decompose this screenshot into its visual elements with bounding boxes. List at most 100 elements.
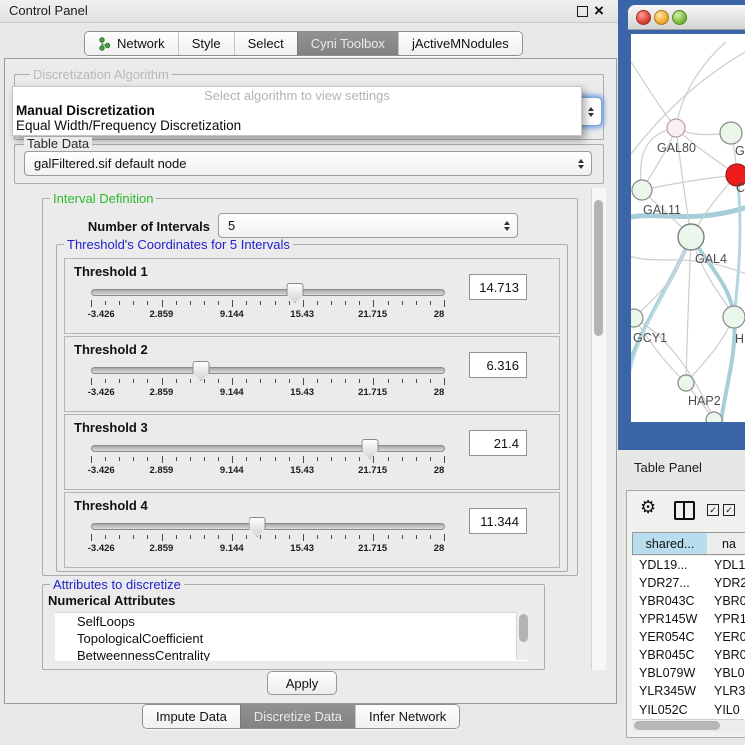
combo-arrows-icon <box>588 107 594 117</box>
table-row[interactable]: YER054CYER0 <box>632 628 745 646</box>
gear-icon[interactable]: ⚙ <box>640 497 656 518</box>
checkbox-icon[interactable]: ✓ <box>723 504 735 516</box>
table-row[interactable]: YPR145WYPR1 <box>632 610 745 628</box>
table-data-legend: Table Data <box>24 137 92 150</box>
threshold-value-field[interactable] <box>469 352 527 378</box>
minimize-traffic-light-icon[interactable] <box>654 10 669 25</box>
scale-label: 21.715 <box>358 387 387 398</box>
scrollbar-thumb[interactable] <box>594 200 603 336</box>
table-data-combobox[interactable]: galFiltered.sif default node <box>24 151 592 176</box>
dropdown-option-manual-discretization[interactable]: Manual Discretization <box>16 103 155 118</box>
tab-label: Cyni Toolbox <box>311 36 385 51</box>
scale-label: -3.426 <box>88 543 115 554</box>
table-row[interactable]: YLR345WYLR3 <box>632 682 745 700</box>
cell: YDR27... <box>632 576 707 590</box>
network-node[interactable] <box>723 306 745 328</box>
table-row[interactable]: YIL052CYIL0 <box>632 700 745 719</box>
cell: YPR145W <box>632 612 707 626</box>
checkbox-icon[interactable]: ✓ <box>707 504 719 516</box>
threshold-2-panel: Threshold 2 -3.426 2.859 9.144 15.43 21.… <box>64 336 560 412</box>
column-header-name[interactable]: na <box>707 532 745 555</box>
column-header-label: na <box>722 537 736 551</box>
network-tab-icon <box>98 37 111 51</box>
columns-icon[interactable] <box>674 501 695 520</box>
network-node[interactable] <box>667 119 685 137</box>
node-label: H <box>735 332 744 346</box>
network-node[interactable] <box>706 412 722 422</box>
list-item[interactable]: TopologicalCoefficient <box>55 630 529 647</box>
threshold-slider-track[interactable] <box>91 367 445 374</box>
close-icon[interactable]: × <box>594 0 604 22</box>
network-node[interactable] <box>678 375 694 391</box>
threshold-slider-track[interactable] <box>91 523 445 530</box>
network-window-titlebar[interactable] <box>628 5 745 30</box>
table-row[interactable]: YBL079WYBL0 <box>632 664 745 682</box>
float-window-icon[interactable] <box>577 6 588 17</box>
threshold-1-panel: Threshold 1 -3.426 2.859 9.144 15.43 21.… <box>64 258 560 334</box>
numerical-attributes-label: Numerical Attributes <box>48 593 175 608</box>
list-item[interactable]: BetweennessCentrality <box>55 647 529 661</box>
number-of-intervals-combobox[interactable]: 5 <box>218 213 518 238</box>
cell: YDR2 <box>707 576 745 590</box>
table-horizontal-scrollbar[interactable] <box>632 719 744 732</box>
table-row[interactable]: YBR045CYBR0 <box>632 646 745 664</box>
cell: YPR1 <box>707 612 745 626</box>
column-header-label: shared... <box>646 537 695 551</box>
number-of-intervals-value: 5 <box>228 218 235 233</box>
scale-label: -3.426 <box>88 387 115 398</box>
network-node[interactable] <box>631 309 643 327</box>
table-row[interactable]: YDR27...YDR2 <box>632 574 745 592</box>
threshold-value-field[interactable] <box>469 430 527 456</box>
dropdown-option-equal-width-frequency[interactable]: Equal Width/Frequency Discretization <box>16 118 241 133</box>
slider-scale: -3.426 2.859 9.144 15.43 21.715 28 <box>91 543 443 555</box>
tab-discretize-data[interactable]: Discretize Data <box>240 705 355 728</box>
cell: YDL1 <box>707 558 745 572</box>
network-canvas[interactable]: GAL80 G C GAL11 GAL4 GCY1 H HAP2 <box>631 34 745 422</box>
tab-jactivemnodules[interactable]: jActiveMNodules <box>398 32 522 55</box>
control-panel-tabs: Network Style Select Cyni Toolbox jActiv… <box>84 31 523 56</box>
slider-scale: -3.426 2.859 9.144 15.43 21.715 28 <box>91 309 443 321</box>
threshold-slider-track[interactable] <box>91 289 445 296</box>
apply-button[interactable]: Apply <box>267 671 337 695</box>
list-vertical-scrollbar[interactable] <box>516 612 530 660</box>
network-node[interactable] <box>720 122 742 144</box>
zoom-traffic-light-icon[interactable] <box>672 10 687 25</box>
tab-select[interactable]: Select <box>234 32 297 55</box>
threshold-label: Threshold 2 <box>74 342 148 357</box>
node-label: GAL11 <box>643 203 681 217</box>
numerical-attributes-list[interactable]: SelfLoops TopologicalCoefficient Between… <box>55 612 529 661</box>
threshold-value-field[interactable] <box>469 274 527 300</box>
scale-label: -3.426 <box>88 465 115 476</box>
scale-label: 21.715 <box>358 465 387 476</box>
scale-label: -3.426 <box>88 309 115 320</box>
tab-label: Infer Network <box>369 709 446 724</box>
network-node[interactable] <box>632 180 652 200</box>
table-row[interactable]: YDL19...YDL1 <box>632 556 745 574</box>
list-item[interactable]: SelfLoops <box>55 613 529 630</box>
scrollbar-thumb[interactable] <box>519 614 528 642</box>
attributes-group-legend: Attributes to discretize <box>50 578 184 591</box>
node-label: GAL4 <box>695 252 727 266</box>
main-vertical-scrollbar[interactable] <box>591 188 606 670</box>
tab-infer-network[interactable]: Infer Network <box>355 705 459 728</box>
column-header-shared-name[interactable]: shared... <box>632 532 708 555</box>
close-traffic-light-icon[interactable] <box>636 10 651 25</box>
tab-style[interactable]: Style <box>178 32 234 55</box>
network-edges: GAL80 G C GAL11 GAL4 GCY1 H HAP2 <box>631 42 745 422</box>
scale-label: 28 <box>434 387 445 398</box>
scale-label: 15.43 <box>290 543 314 554</box>
scrollbar-thumb[interactable] <box>634 721 720 730</box>
slider-ticks <box>91 300 444 308</box>
tab-network[interactable]: Network <box>85 32 178 55</box>
threshold-value-field[interactable] <box>469 508 527 534</box>
tab-impute-data[interactable]: Impute Data <box>143 705 240 728</box>
tab-cyni-toolbox[interactable]: Cyni Toolbox <box>297 32 398 55</box>
threshold-slider-track[interactable] <box>91 445 445 452</box>
scale-label: 21.715 <box>358 543 387 554</box>
slider-scale: -3.426 2.859 9.144 15.43 21.715 28 <box>91 465 443 477</box>
network-node[interactable] <box>678 224 704 250</box>
table-row[interactable]: YBR043CYBR0 <box>632 592 745 610</box>
number-of-intervals-label: Number of Intervals <box>60 219 210 234</box>
tab-label: Impute Data <box>156 709 227 724</box>
cell: YER0 <box>707 630 745 644</box>
